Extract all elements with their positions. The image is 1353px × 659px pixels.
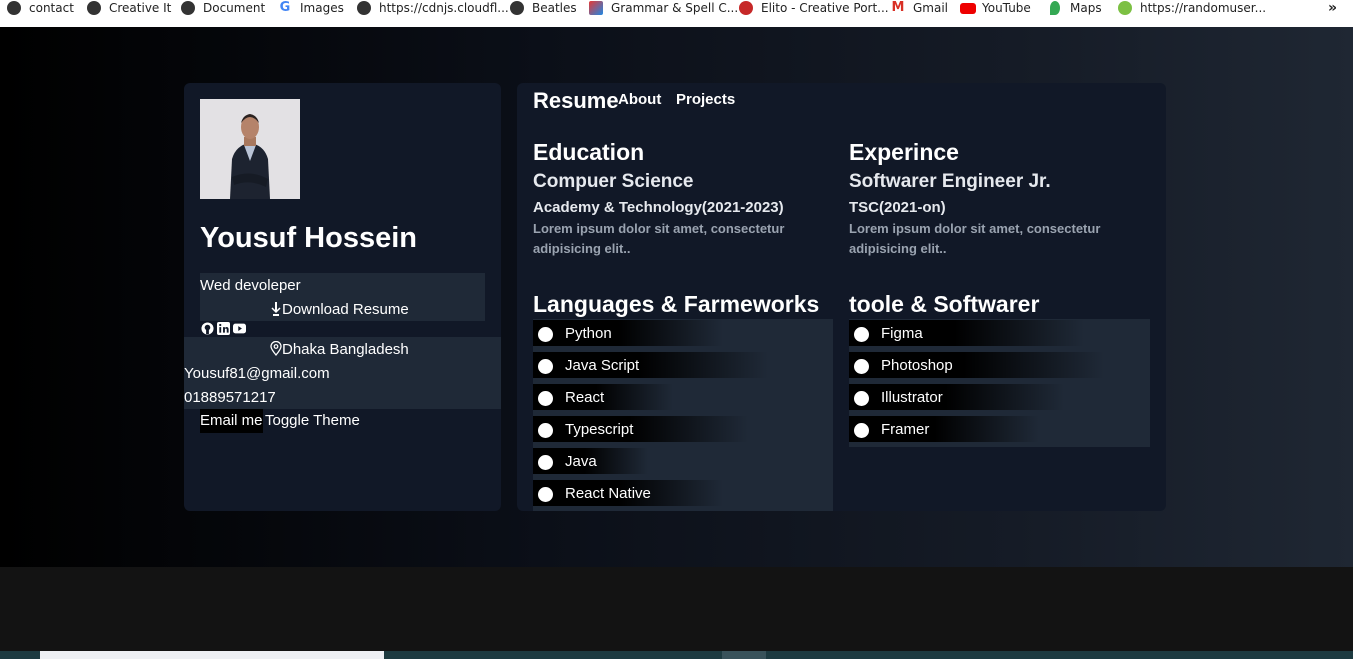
phone-number: 01889571217 bbox=[184, 389, 276, 406]
globe-icon bbox=[357, 1, 371, 15]
taskbar bbox=[0, 651, 1353, 659]
experience-description: Lorem ipsum dolor sit amet, consectetur … bbox=[849, 221, 1101, 256]
maps-icon bbox=[1050, 1, 1060, 15]
globe-icon bbox=[7, 1, 21, 15]
location-pin-icon bbox=[270, 340, 282, 357]
tools-heading: toole & Softwarer bbox=[849, 291, 1040, 317]
globe-icon bbox=[181, 1, 195, 15]
bullet-icon bbox=[854, 359, 869, 374]
bullet-icon bbox=[538, 423, 553, 438]
bullet-icon bbox=[538, 391, 553, 406]
bullet-icon bbox=[854, 391, 869, 406]
experience-title: Softwarer Engineer Jr. bbox=[849, 171, 1051, 192]
list-item: Python bbox=[533, 319, 833, 346]
list-item: React bbox=[533, 383, 833, 410]
education-institution: Academy & Technology(2021-2023) bbox=[533, 199, 784, 216]
youtube-icon bbox=[960, 3, 976, 14]
list-item: Illustrator bbox=[849, 383, 1150, 410]
location: Dhaka Bangladesh bbox=[270, 340, 409, 358]
bullet-icon bbox=[538, 487, 553, 502]
youtube-icon[interactable] bbox=[233, 322, 246, 335]
grammar-icon bbox=[589, 1, 603, 15]
languages-heading: Languages & Farmeworks bbox=[533, 291, 820, 317]
taskbar-window[interactable] bbox=[40, 651, 384, 659]
education-heading: Education bbox=[533, 139, 645, 165]
toggle-theme-button[interactable]: Toggle Theme bbox=[265, 409, 360, 433]
bookmarks-more-button[interactable]: » bbox=[1328, 0, 1337, 17]
download-icon bbox=[271, 302, 281, 316]
list-item: Java Script bbox=[533, 351, 833, 378]
linkedin-icon[interactable] bbox=[217, 322, 230, 335]
google-icon: G bbox=[278, 0, 292, 15]
list-item: React Native bbox=[533, 479, 833, 506]
elito-icon bbox=[739, 1, 753, 15]
list-item: Photoshop bbox=[849, 351, 1150, 378]
bullet-icon bbox=[538, 455, 553, 470]
tab-about[interactable]: About bbox=[618, 91, 661, 108]
tab-resume[interactable]: Resume bbox=[533, 88, 619, 114]
bullet-icon bbox=[538, 327, 553, 342]
globe-icon bbox=[510, 1, 524, 15]
profile-photo bbox=[200, 99, 300, 199]
globe-icon bbox=[87, 1, 101, 15]
profile-name: Yousuf Hossein bbox=[200, 222, 417, 254]
bullet-icon bbox=[538, 359, 553, 374]
email-me-button[interactable]: Email me bbox=[200, 409, 263, 433]
download-resume-link[interactable]: Download Resume bbox=[270, 301, 409, 318]
email-address: Yousuf81@gmail.com bbox=[184, 365, 330, 382]
bullet-icon bbox=[854, 327, 869, 342]
page-footer-band bbox=[0, 567, 1353, 651]
randomuser-icon bbox=[1118, 1, 1132, 15]
languages-list: Python Java Script React Typescript Java… bbox=[533, 319, 833, 511]
tab-projects[interactable]: Projects bbox=[676, 91, 735, 108]
github-icon[interactable] bbox=[201, 322, 214, 335]
list-item: Java bbox=[533, 447, 833, 474]
education-description: Lorem ipsum dolor sit amet, consectetur … bbox=[533, 221, 785, 256]
download-resume-label: Download Resume bbox=[282, 301, 409, 318]
bullet-icon bbox=[854, 423, 869, 438]
profile-role: Wed devoleper bbox=[200, 277, 301, 294]
list-item: Figma bbox=[849, 319, 1150, 346]
tools-list: Figma Photoshop Illustrator Framer bbox=[849, 319, 1150, 447]
gmail-icon: M bbox=[891, 0, 905, 15]
list-item: Typescript bbox=[533, 415, 833, 442]
experience-heading: Experince bbox=[849, 139, 959, 165]
bookmarks-bar: contact Creative It Document G Images htt… bbox=[0, 0, 1353, 27]
location-label: Dhaka Bangladesh bbox=[282, 341, 409, 358]
experience-company: TSC(2021-on) bbox=[849, 199, 946, 216]
list-item: Framer bbox=[849, 415, 1150, 442]
taskbar-window[interactable] bbox=[722, 651, 766, 659]
education-title: Compuer Science bbox=[533, 171, 694, 192]
